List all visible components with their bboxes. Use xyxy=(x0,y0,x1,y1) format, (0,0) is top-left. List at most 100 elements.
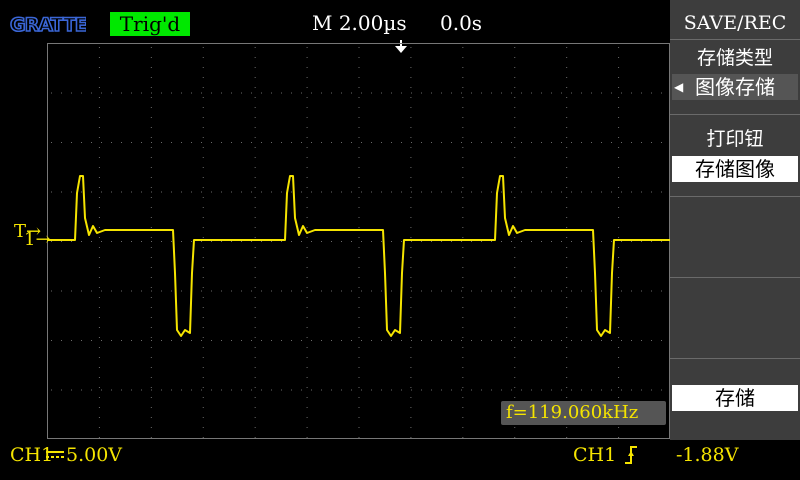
grid-dot xyxy=(151,389,152,391)
grid-dot xyxy=(311,142,312,143)
grid-dot xyxy=(410,337,412,338)
grid-dot xyxy=(191,92,192,94)
grid-dot xyxy=(618,157,620,158)
grid-dot xyxy=(98,177,100,178)
grid-dot xyxy=(391,142,392,143)
grid-dot xyxy=(441,142,442,143)
grid-dot xyxy=(150,77,152,78)
grid-dot xyxy=(618,337,620,338)
grid-dot xyxy=(410,117,412,118)
grid-dot xyxy=(254,317,256,318)
menu-slot-3[interactable] xyxy=(670,197,800,277)
grid-dot xyxy=(371,241,372,242)
grid-dot xyxy=(462,357,464,358)
grid-dot xyxy=(514,317,516,318)
grid-dot xyxy=(201,290,202,292)
grid-dot xyxy=(451,389,452,391)
grid-dot xyxy=(481,241,482,242)
grid-dot xyxy=(511,340,512,341)
grid-dot xyxy=(254,77,256,78)
grid-dot xyxy=(401,142,402,143)
grid-dot xyxy=(618,317,620,318)
grid-dot xyxy=(410,247,412,248)
grid-dot xyxy=(202,47,204,48)
grid-dot xyxy=(566,397,568,398)
grid-dot xyxy=(306,397,308,398)
grid-dot xyxy=(254,357,256,358)
grid-dot xyxy=(462,417,464,418)
grid-dot xyxy=(254,247,256,248)
grid-dot xyxy=(566,157,568,158)
menu-title: SAVE/REC xyxy=(683,12,787,34)
grid-dot xyxy=(514,397,516,398)
grid-dot xyxy=(254,177,256,178)
frequency-readout: f=119.060kHz xyxy=(501,401,666,425)
grid-dot xyxy=(611,142,612,143)
grid-dot xyxy=(521,340,522,341)
grid-dot xyxy=(98,147,100,148)
grid-dot xyxy=(306,87,308,88)
grid-dot xyxy=(381,389,382,391)
grid-dot xyxy=(101,142,102,143)
grid-dot xyxy=(361,389,362,391)
grid-dot xyxy=(98,107,100,108)
grid-dot xyxy=(358,247,360,248)
grid-dot xyxy=(98,387,100,388)
grid-dot xyxy=(566,367,568,368)
grid-dot xyxy=(410,187,412,188)
grid-dot xyxy=(451,290,452,292)
grid-dot xyxy=(462,267,464,268)
grid-dot xyxy=(271,389,272,391)
grid-dot xyxy=(358,427,360,428)
grid-dot xyxy=(358,237,360,238)
grid-dot xyxy=(211,389,212,391)
grid-dot xyxy=(410,237,412,238)
grid-dot xyxy=(241,142,242,143)
grid-dot xyxy=(481,191,482,193)
grid-dot xyxy=(361,142,362,143)
grid-dot xyxy=(618,137,620,138)
grid-dot xyxy=(511,389,512,391)
grid-dot xyxy=(101,191,102,193)
grid-dot xyxy=(491,191,492,193)
grid-dot xyxy=(571,241,572,242)
grid-dot xyxy=(358,187,360,188)
menu-slot-4[interactable] xyxy=(670,278,800,358)
grid-dot xyxy=(618,377,620,378)
grid-dot xyxy=(461,389,462,391)
grid-dot xyxy=(471,142,472,143)
grid-dot xyxy=(371,290,372,292)
waveform-display[interactable] xyxy=(47,43,670,439)
grid-dot xyxy=(551,340,552,341)
grid-dot xyxy=(150,247,152,248)
grid-dot xyxy=(421,191,422,193)
grid-dot xyxy=(150,147,152,148)
grid-dot xyxy=(566,267,568,268)
grid-dot xyxy=(202,107,204,108)
grid-dot xyxy=(254,407,256,408)
print-key-button[interactable]: 存储图像 xyxy=(672,156,798,182)
grid-dot xyxy=(358,137,360,138)
grid-dot xyxy=(514,117,516,118)
grid-dot xyxy=(221,92,222,94)
grid-dot xyxy=(71,290,72,292)
grid-dot xyxy=(581,92,582,94)
grid-dot xyxy=(321,290,322,292)
grid-dot xyxy=(261,290,262,292)
grid-dot xyxy=(521,92,522,94)
grid-dot xyxy=(371,340,372,341)
ch1-ground-marker[interactable]: 1→ xyxy=(24,231,51,249)
grid-dot xyxy=(111,340,112,341)
grid-dot xyxy=(441,191,442,193)
grid-dot xyxy=(202,57,204,58)
save-button[interactable]: 存储 xyxy=(672,385,798,411)
save-type-button[interactable]: ◀ 图像存储 xyxy=(672,74,798,100)
grid-dot xyxy=(581,142,582,143)
grid-dot xyxy=(471,389,472,391)
grid-dot xyxy=(98,207,100,208)
save-type-value: 图像存储 xyxy=(695,75,775,99)
grid-dot xyxy=(618,277,620,278)
grid-dot xyxy=(461,290,462,292)
grid-dot xyxy=(281,290,282,292)
grid-dot xyxy=(631,241,632,242)
